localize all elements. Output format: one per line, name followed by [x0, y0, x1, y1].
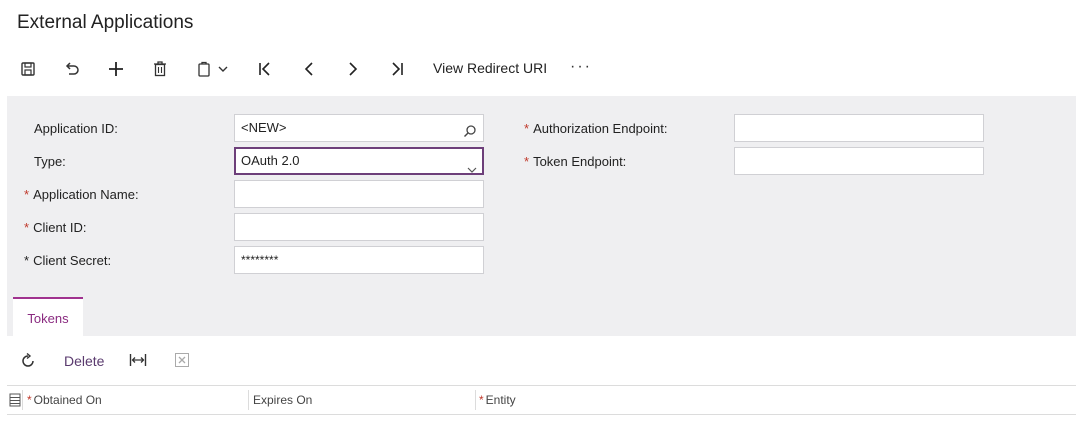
search-icon[interactable] — [463, 121, 477, 147]
application-id-value: <NEW> — [241, 120, 287, 135]
refresh-icon[interactable] — [20, 353, 36, 369]
column-settings-icon[interactable] — [9, 386, 21, 414]
more-actions-button[interactable]: ··· — [570, 58, 592, 76]
tab-tokens[interactable]: Tokens — [13, 297, 83, 336]
application-name-label: * Application Name: — [24, 187, 139, 202]
grid-header: * Obtained On Expires On * Entity — [7, 385, 1076, 415]
type-label: Type: — [34, 154, 66, 169]
application-id-field[interactable]: <NEW> — [234, 114, 484, 142]
token-endpoint-label: * Token Endpoint: — [524, 154, 627, 169]
authorization-endpoint-label: * Authorization Endpoint: — [524, 121, 668, 136]
copy-paste-icon[interactable] — [194, 60, 214, 78]
token-endpoint-field[interactable] — [734, 147, 984, 175]
page-title: External Applications — [17, 12, 194, 33]
column-header-expires-on[interactable]: Expires On — [253, 386, 312, 414]
delete-icon[interactable] — [150, 60, 170, 78]
previous-record-icon[interactable] — [299, 60, 319, 78]
column-header-obtained-on[interactable]: * Obtained On — [27, 386, 102, 414]
type-value: OAuth 2.0 — [241, 153, 300, 168]
chevron-down-icon[interactable] — [217, 60, 229, 78]
delete-row-button[interactable]: Delete — [64, 353, 104, 369]
column-header-entity[interactable]: * Entity — [479, 386, 516, 414]
authorization-endpoint-field[interactable] — [734, 114, 984, 142]
undo-icon[interactable] — [62, 60, 82, 78]
tab-bar: Tokens — [7, 297, 1076, 336]
application-id-label: Application ID: — [34, 121, 118, 136]
next-record-icon[interactable] — [343, 60, 363, 78]
client-id-field[interactable] — [234, 213, 484, 241]
view-redirect-uri-button[interactable]: View Redirect URI — [433, 60, 547, 76]
client-id-label: * Client ID: — [24, 220, 87, 235]
add-icon[interactable] — [106, 60, 126, 78]
client-secret-label: * Client Secret: — [24, 253, 112, 268]
export-excel-icon[interactable] — [175, 353, 189, 367]
fit-columns-icon[interactable] — [129, 353, 147, 367]
column-separator — [475, 390, 476, 410]
last-record-icon[interactable] — [387, 60, 407, 78]
application-name-field[interactable] — [234, 180, 484, 208]
client-secret-field[interactable]: ******** — [234, 246, 484, 274]
first-record-icon[interactable] — [255, 60, 275, 78]
main-toolbar: View Redirect URI ··· — [0, 52, 1076, 86]
grid-toolbar: Delete — [0, 342, 1076, 380]
column-separator — [248, 390, 249, 410]
type-select[interactable]: OAuth 2.0 — [234, 147, 484, 175]
column-separator — [22, 390, 23, 410]
save-icon[interactable] — [18, 60, 38, 78]
